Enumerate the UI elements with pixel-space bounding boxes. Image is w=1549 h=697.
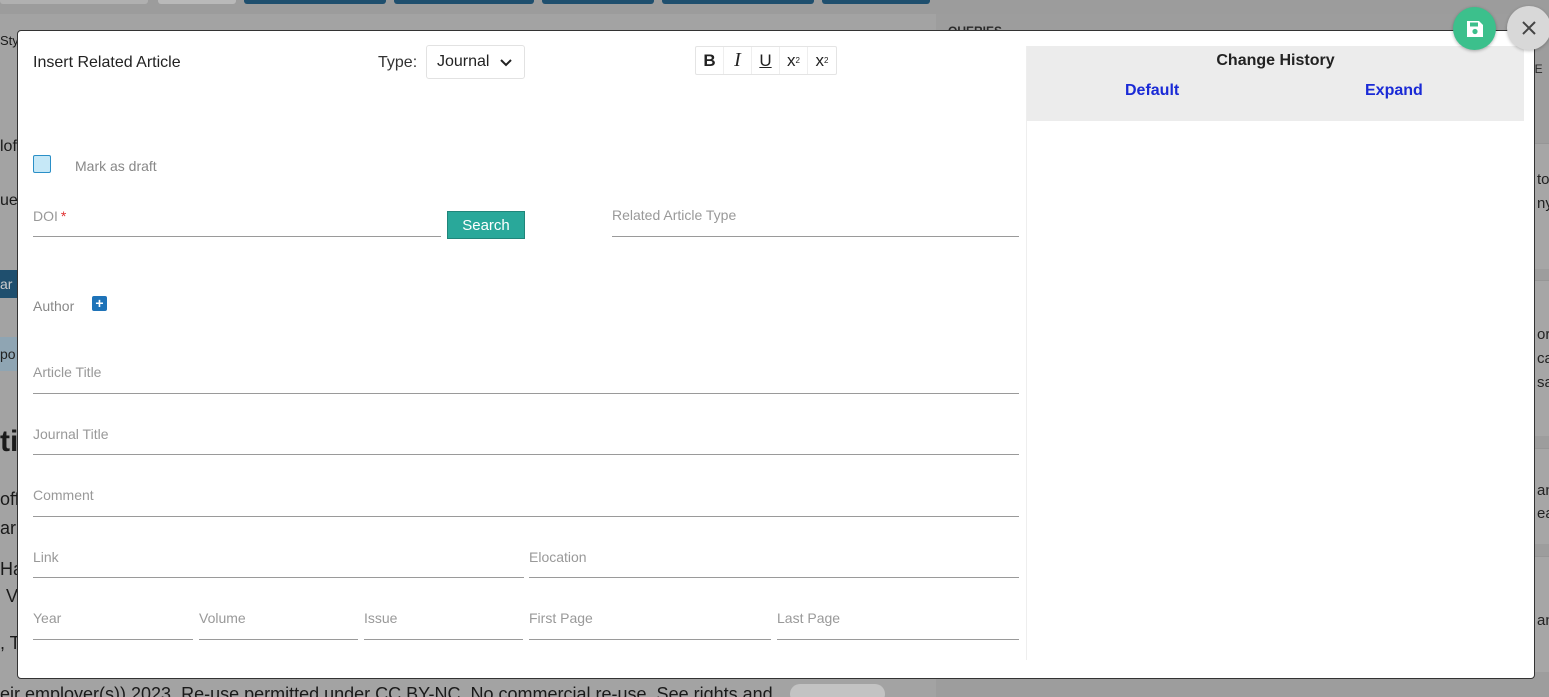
background-footer-text: eir employer(s)) 2023. Re-use permitted … xyxy=(0,684,773,697)
dialog-title: Insert Related Article xyxy=(33,54,181,71)
history-expand-link[interactable]: Expand xyxy=(1365,82,1423,100)
volume-field[interactable]: Volume xyxy=(199,610,358,640)
background-tab xyxy=(822,0,930,4)
link-label: Link xyxy=(33,549,59,565)
background-tab xyxy=(158,0,236,4)
background-fragment: an xyxy=(1537,612,1549,629)
doi-search-button[interactable]: Search xyxy=(447,211,525,239)
background-tab xyxy=(394,0,534,4)
type-select-value: Journal xyxy=(437,53,490,70)
background-fragment: ca xyxy=(1537,350,1549,367)
superscript-glyph: x xyxy=(787,50,796,70)
close-icon xyxy=(1522,21,1536,35)
background-tab xyxy=(244,0,386,4)
underline-button[interactable]: U xyxy=(752,47,780,74)
last-page-field[interactable]: Last Page xyxy=(777,610,1019,640)
related-article-type-field[interactable]: Related Article Type xyxy=(612,207,1019,237)
save-button[interactable] xyxy=(1453,7,1496,50)
subscript-mark: 2 xyxy=(824,56,829,65)
link-field[interactable]: Link xyxy=(33,549,524,578)
background-tab xyxy=(542,0,654,4)
close-button[interactable] xyxy=(1507,6,1549,50)
background-fragment: ea xyxy=(1537,505,1549,522)
add-author-button[interactable]: + xyxy=(92,296,107,311)
chevron-down-icon xyxy=(500,59,512,67)
elocation-label: Elocation xyxy=(529,549,587,565)
first-page-field[interactable]: First Page xyxy=(529,610,771,640)
format-toolbar: B I U x2 x2 xyxy=(695,46,837,75)
journal-title-field[interactable]: Journal Title xyxy=(33,426,1019,455)
background-fragment: ar xyxy=(0,270,18,298)
change-history-panel: Change History Default Expand xyxy=(1026,46,1524,660)
background-tab xyxy=(662,0,814,4)
doi-field[interactable]: DOI * xyxy=(33,207,441,237)
floppy-disk-icon xyxy=(1466,20,1483,37)
article-title-field[interactable]: Article Title xyxy=(33,364,1019,394)
year-field[interactable]: Year xyxy=(33,610,193,640)
background-fragment: sa xyxy=(1537,374,1549,391)
change-history-title: Change History xyxy=(1216,52,1335,69)
comment-field[interactable]: Comment xyxy=(33,487,1019,517)
subscript-glyph: x xyxy=(815,50,825,70)
type-select[interactable]: Journal xyxy=(426,45,525,79)
italic-button[interactable]: I xyxy=(724,47,752,74)
volume-label: Volume xyxy=(199,610,246,626)
article-title-label: Article Title xyxy=(33,364,102,380)
change-history-header: Change History Default Expand xyxy=(1027,46,1524,121)
background-fragment: po xyxy=(0,337,18,371)
elocation-field[interactable]: Elocation xyxy=(529,549,1019,578)
background-tab xyxy=(0,0,148,4)
issue-field[interactable]: Issue xyxy=(364,610,523,640)
superscript-mark: 2 xyxy=(795,56,800,65)
mark-as-draft-label: Mark as draft xyxy=(75,158,157,174)
type-label: Type: xyxy=(378,54,418,71)
history-default-link[interactable]: Default xyxy=(1125,82,1179,100)
background-fragment: ny xyxy=(1537,195,1549,212)
background-fragment: lof xyxy=(0,138,17,155)
related-article-type-label: Related Article Type xyxy=(612,207,737,223)
year-label: Year xyxy=(33,610,62,626)
doi-label: DOI * xyxy=(33,208,67,224)
last-page-label: Last Page xyxy=(777,610,841,626)
comment-label: Comment xyxy=(33,487,94,503)
background-fragment: to xyxy=(1537,171,1549,188)
first-page-label: First Page xyxy=(529,610,593,626)
author-label: Author xyxy=(33,298,75,314)
subscript-button[interactable]: x2 xyxy=(808,47,836,74)
journal-title-label: Journal Title xyxy=(33,426,109,442)
superscript-button[interactable]: x2 xyxy=(780,47,808,74)
background-fragment: orr xyxy=(1537,326,1549,343)
insert-related-article-dialog: Insert Related Article Type: Journal B I… xyxy=(17,30,1535,679)
required-marker: * xyxy=(60,208,67,224)
mark-as-draft-checkbox[interactable] xyxy=(33,155,51,173)
bold-button[interactable]: B xyxy=(696,47,724,74)
issue-label: Issue xyxy=(364,610,398,626)
background-fragment: an xyxy=(1537,482,1549,499)
